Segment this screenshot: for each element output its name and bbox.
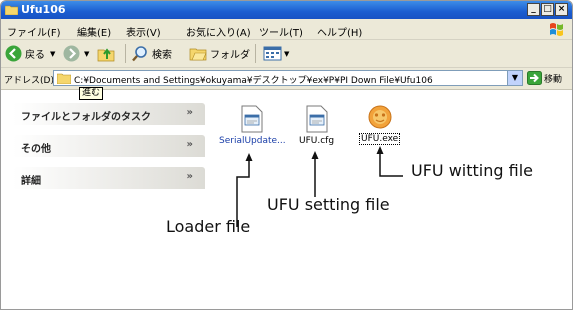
folder-icon [57,73,71,84]
chevron-down-icon[interactable]: » [187,139,193,150]
address-path: C:¥Documents and Settings¥okuyama¥デスクトップ… [74,76,433,86]
address-label: アドレス(D) [4,76,54,86]
file-name: UFU.cfg [299,136,335,146]
views-icon [263,46,282,61]
forward-dropdown-icon[interactable]: ▼ [84,50,89,58]
minimize-button[interactable]: _ [527,3,540,16]
task-section-file-folder[interactable]: ファイルとフォルダのタスク » [13,103,205,125]
views-dropdown-icon[interactable]: ▼ [284,50,289,58]
annotation-writing: UFU witting file [411,161,533,180]
back-arrow-icon [5,45,22,62]
chevron-down-icon[interactable]: » [187,107,193,118]
go-button[interactable]: 移動 [527,71,562,85]
address-input[interactable]: C:¥Documents and Settings¥okuyama¥デスクトップ… [53,70,523,86]
address-dropdown-button[interactable]: ▼ [507,71,522,85]
menu-help[interactable]: ヘルプ(H) [317,24,362,39]
task-section-other[interactable]: その他 » [13,135,205,157]
config-file-icon [241,105,263,133]
back-dropdown-icon[interactable]: ▼ [50,50,55,58]
menu-view[interactable]: 表示(V) [126,24,161,39]
maximize-button[interactable]: □ [541,3,554,16]
file-name: SerialUpdate... [219,136,286,146]
file-item-serialupdate[interactable]: SerialUpdate... [219,105,286,146]
menu-favorites[interactable]: お気に入り(A) [186,24,251,39]
menu-tools[interactable]: ツール(T) [259,24,303,39]
toolbar: 戻る ▼ ▼ 検索 フォルダ ▼ [1,40,572,68]
folders-label: フォルダ [210,50,250,61]
search-button[interactable]: 検索 [131,45,172,62]
window-title: Ufu106 [21,3,66,16]
config-file-icon [306,105,328,133]
explorer-window: Ufu106 _ □ × ファイル(F) 編集(E) 表示(V) お気に入り(A… [0,0,573,310]
menu-bar: ファイル(F) 編集(E) 表示(V) お気に入り(A) ツール(T) ヘルプ(… [1,19,572,40]
search-label: 検索 [152,50,172,61]
forward-tooltip: 進む [79,87,104,100]
forward-arrow-icon [63,45,80,62]
file-name: UFU.exe [359,133,401,145]
menu-file[interactable]: ファイル(F) [7,24,61,39]
close-button[interactable]: × [555,3,568,16]
views-button[interactable]: ▼ [263,45,289,62]
windows-logo-icon [550,23,563,36]
folder-icon [5,5,18,15]
forward-button[interactable]: ▼ [63,45,89,62]
annotation-setting: UFU setting file [267,195,390,214]
folders-icon [189,48,207,61]
title-bar[interactable]: Ufu106 _ □ × [1,1,572,19]
app-face-icon [368,105,392,129]
up-folder-button[interactable] [97,45,117,62]
menu-edit[interactable]: 編集(E) [77,24,111,39]
folders-button[interactable]: フォルダ [189,45,250,62]
toolbar-separator [255,44,256,63]
back-button[interactable]: 戻る ▼ [5,45,55,62]
back-label: 戻る [25,50,45,61]
annotation-loader: Loader file [166,217,251,236]
go-arrow-icon [527,71,542,85]
chevron-down-icon[interactable]: » [187,171,193,182]
task-section-details[interactable]: 詳細 » [13,167,205,189]
go-label: 移動 [544,74,563,85]
up-folder-icon [97,48,115,62]
file-item-ufu-cfg[interactable]: UFU.cfg [299,105,334,146]
search-icon [132,46,147,62]
task-pane: ファイルとフォルダのタスク » その他 » 詳細 » [13,103,205,199]
toolbar-separator [125,44,126,63]
file-item-ufu-exe[interactable]: UFU.exe [359,103,401,145]
